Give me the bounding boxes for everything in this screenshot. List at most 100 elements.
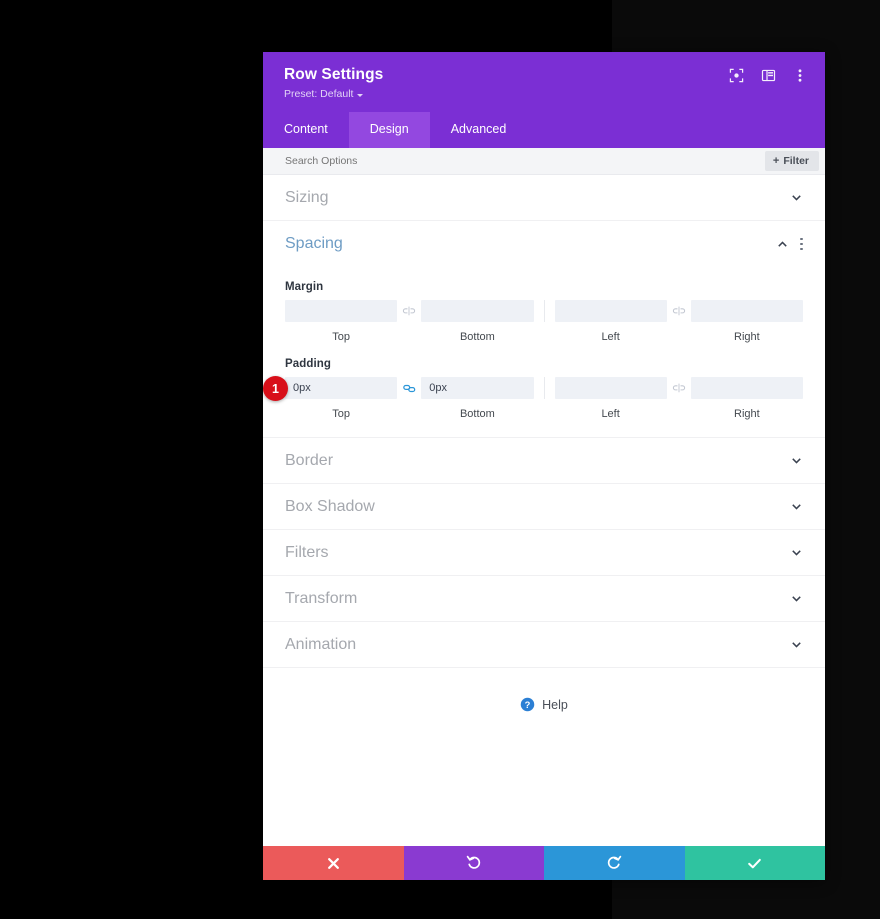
padding-top-input[interactable] xyxy=(285,377,398,399)
preset-label: Preset: Default xyxy=(284,88,354,100)
status-badge: 1 xyxy=(263,376,288,401)
margin-left-caption: Left xyxy=(601,331,620,343)
check-icon xyxy=(748,858,762,868)
section-filters-label: Filters xyxy=(285,543,329,561)
padding-right-cell: Right xyxy=(690,377,803,421)
padding-bottom-input[interactable] xyxy=(421,377,534,399)
section-spacing-header[interactable]: Spacing xyxy=(263,221,825,267)
padding-link-horizontal-icon[interactable] xyxy=(667,377,691,399)
margin-top-bottom-group: Top Bottom xyxy=(285,300,534,344)
header-icon-group xyxy=(727,66,809,84)
section-sizing-controls xyxy=(790,191,803,204)
section-sizing-label: Sizing xyxy=(285,188,329,206)
modal-header: Row Settings Preset: Default xyxy=(263,52,825,112)
margin-link-horizontal-icon[interactable] xyxy=(667,300,691,322)
padding-field-group: 1 Top xyxy=(263,376,825,421)
help-link[interactable]: ? Help xyxy=(263,668,825,712)
chevron-down-icon[interactable] xyxy=(790,191,803,204)
padding-top-bottom-group: Top Bottom xyxy=(285,377,534,421)
section-box-shadow[interactable]: Box Shadow xyxy=(263,484,825,530)
padding-left-input[interactable] xyxy=(554,377,667,399)
margin-top-cell: Top xyxy=(285,300,398,344)
cancel-button[interactable] xyxy=(263,846,404,880)
section-transform-controls xyxy=(790,592,803,605)
undo-icon xyxy=(466,855,480,869)
redo-icon xyxy=(608,855,622,869)
preset-selector[interactable]: Preset: Default xyxy=(284,88,364,101)
section-box-shadow-controls xyxy=(790,500,803,513)
redo-button[interactable] xyxy=(544,846,685,880)
margin-bottom-input[interactable] xyxy=(421,300,534,322)
padding-right-input[interactable] xyxy=(690,377,803,399)
margin-left-cell: Left xyxy=(554,300,667,344)
help-label: Help xyxy=(542,697,568,712)
chevron-down-icon[interactable] xyxy=(790,500,803,513)
section-spacing-kebab-icon[interactable] xyxy=(800,237,803,251)
margin-right-caption: Right xyxy=(734,331,760,343)
section-filters-controls xyxy=(790,546,803,559)
section-animation-controls xyxy=(790,638,803,651)
svg-text:?: ? xyxy=(525,700,531,710)
tab-advanced[interactable]: Advanced xyxy=(430,112,528,148)
section-transform[interactable]: Transform xyxy=(263,576,825,622)
chevron-down-icon[interactable] xyxy=(790,638,803,651)
chevron-down-icon[interactable] xyxy=(790,592,803,605)
close-icon xyxy=(327,857,339,869)
chevron-down-icon[interactable] xyxy=(790,454,803,467)
tab-bar: Content Design Advanced xyxy=(263,112,825,148)
margin-divider xyxy=(543,300,545,322)
question-circle-icon: ? xyxy=(520,697,535,712)
padding-right-caption: Right xyxy=(734,408,760,420)
layout-panel-icon[interactable] xyxy=(759,66,777,84)
margin-top-caption: Top xyxy=(332,331,350,343)
tab-content[interactable]: Content xyxy=(263,112,349,148)
section-spacing: Spacing Margin Top Bottom Left Right Pad… xyxy=(263,221,825,438)
plus-icon: + xyxy=(772,155,780,167)
margin-field-group: Top Bottom Left Right xyxy=(263,300,825,344)
section-border-label: Border xyxy=(285,451,334,469)
section-filters[interactable]: Filters xyxy=(263,530,825,576)
section-box-shadow-label: Box Shadow xyxy=(285,497,375,515)
section-spacing-label: Spacing xyxy=(285,235,343,252)
search-input[interactable] xyxy=(285,155,585,167)
margin-bottom-caption: Bottom xyxy=(459,331,495,343)
padding-bottom-caption: Bottom xyxy=(459,408,495,420)
settings-list: Sizing Spacing Margin Top Bottom Left Ri… xyxy=(263,175,825,846)
margin-left-right-group: Left Right xyxy=(554,300,803,344)
modal-footer xyxy=(263,846,825,880)
section-animation-label: Animation xyxy=(285,635,357,653)
margin-top-input[interactable] xyxy=(285,300,398,322)
kebab-menu-icon[interactable] xyxy=(791,66,809,84)
tab-design[interactable]: Design xyxy=(348,112,430,148)
undo-button[interactable] xyxy=(403,846,544,880)
section-sizing[interactable]: Sizing xyxy=(263,175,825,221)
padding-link-vertical-icon[interactable] xyxy=(397,377,421,399)
padding-left-right-group: Left Right xyxy=(554,377,803,421)
chevron-down-icon[interactable] xyxy=(790,546,803,559)
padding-top-cell: Top xyxy=(285,377,398,421)
padding-label: Padding xyxy=(285,358,332,370)
filter-button[interactable]: + Filter xyxy=(764,151,819,171)
section-border[interactable]: Border xyxy=(263,438,825,484)
margin-label: Margin xyxy=(285,281,324,293)
search-bar: + Filter xyxy=(263,148,825,175)
focus-icon[interactable] xyxy=(727,66,745,84)
margin-link-vertical-icon[interactable] xyxy=(397,300,421,322)
chevron-up-icon[interactable] xyxy=(776,238,789,251)
padding-left-cell: Left xyxy=(554,377,667,421)
section-animation[interactable]: Animation xyxy=(263,622,825,668)
padding-top-caption: Top xyxy=(332,408,350,420)
margin-right-cell: Right xyxy=(690,300,803,344)
screen: Row Settings Preset: Default Content Des… xyxy=(0,0,880,919)
section-spacing-controls xyxy=(776,237,803,251)
padding-divider xyxy=(543,377,545,399)
padding-left-caption: Left xyxy=(601,408,620,420)
margin-left-input[interactable] xyxy=(554,300,667,322)
save-button[interactable] xyxy=(684,846,825,880)
padding-bottom-cell: Bottom xyxy=(421,377,534,421)
row-settings-modal: Row Settings Preset: Default Content Des… xyxy=(263,52,825,880)
section-border-controls xyxy=(790,454,803,467)
margin-bottom-cell: Bottom xyxy=(421,300,534,344)
chevron-down-icon xyxy=(357,94,364,97)
margin-right-input[interactable] xyxy=(690,300,803,322)
